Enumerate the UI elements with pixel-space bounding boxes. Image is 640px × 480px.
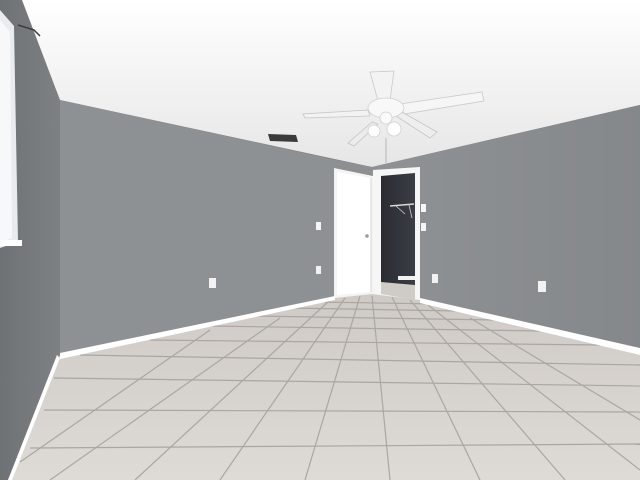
electrical-outlet-left-2 (316, 266, 321, 274)
door-knob[interactable] (365, 234, 369, 238)
light-switch-right-wall-2[interactable] (421, 223, 426, 231)
fan-light-3 (379, 111, 393, 125)
electrical-outlet-left-1 (209, 278, 216, 288)
electrical-outlet-right-1 (432, 274, 438, 283)
air-vent (268, 134, 298, 142)
light-switch-left-wall[interactable] (316, 222, 321, 230)
light-switch-right-wall-1[interactable] (421, 204, 426, 212)
walk-in-closet (373, 167, 420, 305)
fan-light-1 (367, 124, 381, 138)
fan-light-2 (386, 121, 402, 137)
room-scene (0, 0, 640, 480)
interior-door[interactable] (334, 168, 373, 299)
electrical-outlet-right-2 (538, 281, 546, 292)
